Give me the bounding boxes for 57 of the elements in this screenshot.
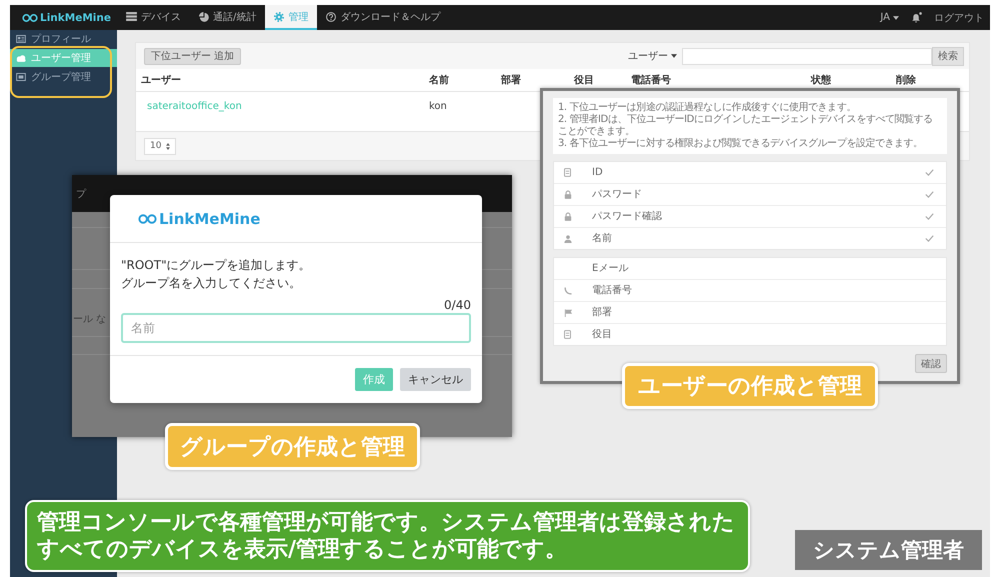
note-text: 1. 下位ユーザーは別途の認証過程なしに作成後すぐに使用できます。 (558, 102, 857, 114)
character-counter: 0/40 (444, 298, 471, 313)
language-menu[interactable]: JA (880, 12, 899, 23)
add-user-button[interactable]: 下位ユーザー 追加 (144, 48, 242, 64)
column-header: 状態 (811, 75, 831, 86)
search-field[interactable] (682, 48, 932, 64)
flag-icon (564, 308, 573, 316)
logout-link[interactable]: ログアウト (934, 10, 984, 24)
column-header: 電話番号 (631, 75, 671, 86)
frame-icon (16, 73, 26, 81)
logo-text: LinkMeMine (159, 210, 260, 228)
infinity-icon (22, 14, 38, 22)
sidebar-item[interactable]: プロフィール (10, 30, 117, 48)
search-button[interactable]: 検索 (932, 46, 964, 66)
dialog-message: "ROOT"にグループを追加します。 (121, 257, 311, 273)
column-header: 部署 (501, 75, 521, 86)
phone-icon (564, 286, 572, 294)
bell-icon[interactable] (911, 12, 922, 23)
page-size-select[interactable]: 10 (144, 138, 176, 154)
table-cell: kon (429, 101, 447, 112)
up-down-arrows-icon (166, 142, 170, 150)
lock-icon (564, 212, 572, 221)
column-header: 削除 (896, 75, 916, 86)
caret-icon (671, 54, 677, 58)
sidebar-item[interactable]: グループ管理 (10, 68, 117, 86)
person-icon (564, 234, 572, 242)
card-icon (564, 330, 571, 339)
callout-label: グループの作成と管理 (165, 423, 420, 470)
note-text: 2. 管理者IDは、下位ユーザーIDにログインしたエージェントデバイスをすべて閲覧することができます。 (558, 114, 934, 138)
gear-icon (274, 12, 284, 22)
role-label: システム管理者 (795, 530, 982, 570)
dialog-message: グループ名を入力してください。 (121, 275, 301, 291)
list-icon (126, 12, 137, 21)
cancel-button[interactable]: キャンセル (400, 368, 471, 391)
lock-icon (564, 190, 572, 199)
confirm-button[interactable]: 確認 (915, 354, 947, 373)
group-name-field[interactable]: 名前 (121, 313, 471, 343)
column-header: 名前 (429, 75, 449, 86)
help-icon (326, 12, 336, 22)
backdrop-text: ール な (73, 314, 106, 326)
infinity-icon (138, 214, 157, 224)
column-header: ユーザー (141, 75, 181, 86)
note-text: 3. 各下位ユーザーに対する権限および閲覧できるデバイスグループを設定できます。 (558, 138, 924, 150)
banner-text: 管理コンソールで各種管理が可能です。システム管理者は登録されたすべてのデバイスを表示/管理することが可能です。 (37, 509, 736, 563)
filter-dropdown[interactable]: ユーザー (628, 49, 677, 63)
backdrop-text: プ (76, 188, 86, 200)
pie-chart-icon (199, 12, 209, 22)
logo-text: LinkMeMine (40, 12, 111, 24)
nav-tab[interactable]: デバイス (117, 5, 190, 30)
id-card-icon (16, 35, 26, 43)
caret-icon (893, 16, 899, 20)
nav-tab[interactable]: 通話/統計 (190, 5, 266, 30)
nav-tab[interactable]: ダウンロード＆ヘルプ (317, 5, 450, 30)
callout-label: ユーザーの作成と管理 (622, 363, 878, 409)
column-header: 役目 (574, 75, 594, 86)
cloud-icon (16, 54, 26, 62)
card-icon (564, 168, 571, 177)
